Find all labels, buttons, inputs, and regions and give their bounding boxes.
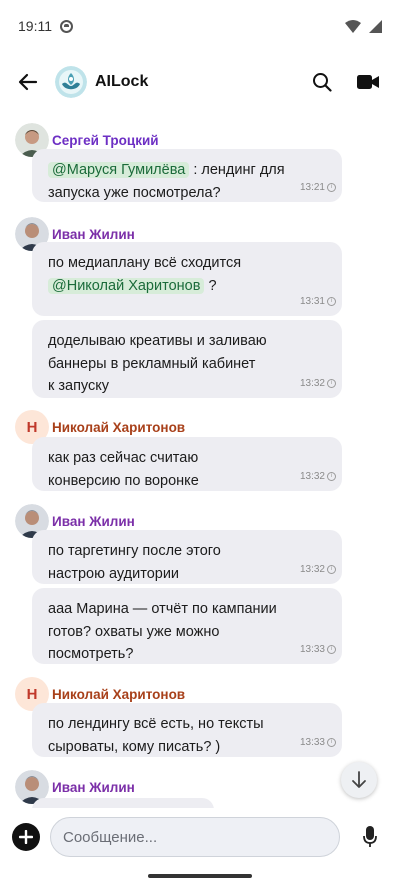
home-indicator[interactable]: [148, 874, 252, 878]
plus-icon: [19, 830, 33, 844]
search-icon: [313, 73, 332, 92]
info-icon[interactable]: i: [327, 738, 336, 748]
message-time: 13:33: [299, 643, 325, 655]
message-bubble[interactable]: по лендингу всё есть, но тексты сыроваты…: [32, 703, 342, 757]
chat-logo-image: [55, 66, 87, 98]
microphone-icon: [363, 826, 377, 847]
message-text: посмотреть?: [48, 646, 134, 662]
sender-name: Сергей Троцкий: [52, 132, 159, 148]
video-camera-icon: [357, 75, 379, 89]
message-text: доделываю креативы и заливаю: [48, 333, 267, 349]
sender-name: Иван Жилин: [52, 226, 135, 242]
info-icon[interactable]: i: [327, 565, 336, 575]
message-text: : лендинг для: [189, 162, 285, 178]
message-meta: 13:32 i: [300, 466, 336, 489]
message-bubble[interactable]: как раз сейчас считаю конверсию по ворон…: [32, 437, 342, 491]
status-indicators: [345, 19, 382, 33]
wifi-icon: [345, 19, 361, 33]
info-icon[interactable]: i: [327, 183, 336, 193]
message-text: сыроваты, кому писать? ): [48, 738, 221, 755]
message-text: настрою аудитории: [48, 565, 180, 582]
search-button[interactable]: [310, 70, 334, 94]
message-time: 13:32: [299, 377, 325, 389]
message-text: запуска уже посмотрела?: [48, 184, 221, 201]
info-icon[interactable]: i: [327, 645, 336, 655]
message-text: как раз сейчас считаю: [48, 450, 199, 466]
video-call-button[interactable]: [356, 70, 380, 94]
message-text: по лендингу всё есть, но тексты: [48, 716, 264, 732]
mention-chip[interactable]: @Маруся Гумилёва: [48, 162, 190, 178]
message-text: готов? охваты уже можно: [48, 623, 220, 640]
signal-icon: [369, 19, 382, 33]
message-bubble[interactable]: ааа Марина — отчёт по кампании готов? ох…: [32, 588, 342, 664]
status-bar: 19:11: [0, 0, 400, 52]
header-actions: [310, 70, 386, 94]
message-bubble[interactable]: по таргетингу после этого настрою аудито…: [32, 530, 342, 584]
back-button[interactable]: [14, 68, 42, 96]
message-text: по таргетингу после этого: [48, 543, 221, 559]
message-time: 13:31: [299, 295, 325, 307]
message-time: 13:32: [299, 470, 325, 482]
info-icon[interactable]: i: [327, 379, 336, 389]
arrow-left-icon: [18, 73, 38, 91]
arrow-down-icon: [352, 771, 366, 788]
info-icon[interactable]: i: [327, 297, 336, 307]
message-meta: 13:21 i: [300, 177, 336, 200]
message-meta: 13:32 i: [300, 373, 336, 396]
sync-icon: [60, 19, 73, 33]
message-meta: 13:33 i: [300, 732, 336, 755]
status-time: 19:11: [18, 18, 52, 34]
sender-name: Николай Харитонов: [52, 686, 186, 702]
voice-message-button[interactable]: [358, 825, 382, 849]
chat-title: AILock: [95, 73, 149, 90]
sender-name: Иван Жилин: [52, 779, 135, 795]
chat-header: AILock: [0, 52, 400, 112]
message-meta: 13:33 i: [300, 639, 336, 662]
message-text: ?: [204, 277, 217, 294]
scroll-to-bottom-button[interactable]: [341, 762, 377, 798]
message-bubble[interactable]: [32, 798, 214, 808]
message-bubble[interactable]: @Маруся Гумилёва : лендинг для запуска у…: [32, 149, 342, 202]
attach-button[interactable]: [12, 823, 40, 851]
message-time: 13:33: [299, 736, 325, 748]
sender-name: Иван Жилин: [52, 513, 135, 529]
message-text: по медиаплану всё сходится: [48, 255, 242, 271]
message-text: ааа Марина — отчёт по кампании: [48, 601, 277, 617]
message-text: конверсию по воронке: [48, 472, 199, 489]
message-list[interactable]: Сергей Троцкий @Маруся Гумилёва : лендин…: [0, 112, 400, 808]
message-bubble[interactable]: доделываю креативы и заливаю баннеры в р…: [32, 320, 342, 398]
chat-avatar[interactable]: [55, 66, 87, 98]
info-icon[interactable]: i: [327, 472, 336, 482]
message-bubble[interactable]: по медиаплану всё сходится @Николай Хари…: [32, 242, 342, 316]
message-meta: 13:31 i: [300, 291, 336, 314]
message-text: баннеры в рекламный кабинет: [48, 355, 256, 372]
message-time: 13:32: [299, 563, 325, 575]
composer: [0, 808, 400, 866]
message-text: к запуску: [48, 378, 110, 394]
message-time: 13:21: [299, 181, 325, 193]
mention-chip[interactable]: @Николай Харитонов: [48, 277, 205, 294]
sender-name: Николай Харитонов: [52, 419, 186, 435]
message-meta: 13:32 i: [300, 559, 336, 582]
message-input[interactable]: [50, 817, 340, 857]
